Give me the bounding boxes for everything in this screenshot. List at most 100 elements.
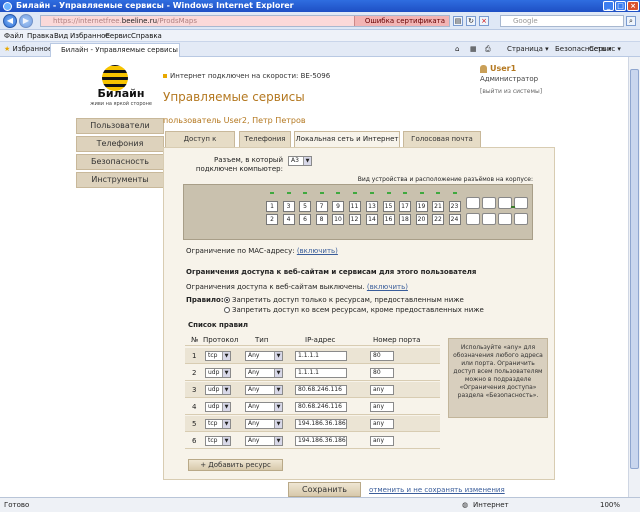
logout-link[interactable]: [выйти из системы] <box>480 88 542 95</box>
protocol-select[interactable]: tcp ▼ <box>205 436 231 446</box>
tools-menu[interactable]: Сервис ▾ <box>589 44 621 54</box>
zoom-level[interactable]: 100% <box>600 498 620 512</box>
port-input[interactable]: any <box>370 385 394 395</box>
menu-favorites[interactable]: Избранное <box>70 31 110 41</box>
type-select[interactable]: Any ▼ <box>245 436 283 446</box>
port-2[interactable]: 2 <box>266 214 278 225</box>
nav-security[interactable]: Безопасность <box>76 154 164 170</box>
add-resource-button[interactable]: + Добавить ресурс <box>188 459 283 471</box>
menu-edit[interactable]: Правка <box>27 31 54 41</box>
port-19[interactable]: 19 <box>415 201 428 212</box>
stop-icon[interactable]: × <box>479 16 489 26</box>
ip-input[interactable]: 194.186.36.186 <box>295 419 347 429</box>
protocol-select[interactable]: udp ▼ <box>205 402 231 412</box>
port-4[interactable]: 4 <box>282 214 295 225</box>
port-7[interactable]: 7 <box>315 201 328 212</box>
vertical-scrollbar[interactable] <box>628 57 640 497</box>
port-input[interactable]: any <box>370 436 394 446</box>
port-23[interactable]: 23 <box>448 201 461 212</box>
port-8[interactable]: 8 <box>315 214 328 225</box>
port-24[interactable]: 24 <box>448 214 461 225</box>
page-menu[interactable]: Страница ▾ <box>507 44 549 54</box>
port-16[interactable]: 16 <box>382 214 395 225</box>
back-button[interactable]: ◀ <box>3 14 17 28</box>
port-11[interactable]: 11 <box>348 201 361 212</box>
protocol-select[interactable]: tcp ▼ <box>205 351 231 361</box>
port-select[interactable]: A3 ▼ <box>288 156 312 166</box>
port-20[interactable]: 20 <box>415 214 428 225</box>
search-input[interactable]: Google <box>500 15 624 27</box>
device-caption: Вид устройства и расположение разъёмов н… <box>357 176 533 183</box>
port-6[interactable]: 6 <box>299 214 311 225</box>
access-enable-link[interactable]: (включить) <box>367 283 408 291</box>
compat-icon[interactable]: ▤ <box>453 16 463 26</box>
menu-tools[interactable]: Сервис <box>105 31 131 41</box>
chevron-down-icon: ▼ <box>303 157 311 165</box>
port-input[interactable]: any <box>370 402 394 412</box>
port-15[interactable]: 15 <box>382 201 395 212</box>
type-select[interactable]: Any ▼ <box>245 385 283 395</box>
rule-number: 2 <box>192 369 197 377</box>
type-select[interactable]: Any ▼ <box>245 368 283 378</box>
address-bar[interactable]: https://internetfree.beeline.ru/ProdsMap… <box>40 15 450 27</box>
scrollbar-thumb[interactable] <box>630 69 639 469</box>
port-17[interactable]: 17 <box>399 201 411 212</box>
ip-input[interactable]: 80.68.246.116 <box>295 385 347 395</box>
protocol-select[interactable]: udp ▼ <box>205 368 231 378</box>
port-input[interactable]: 80 <box>370 368 394 378</box>
port-1[interactable]: 1 <box>266 201 278 212</box>
tab-telephony[interactable]: Телефония <box>239 131 291 148</box>
sfp-slot <box>482 197 496 209</box>
menu-file[interactable]: Файл <box>4 31 23 41</box>
beeline-logo[interactable]: Билайн живи на яркой стороне <box>86 65 156 110</box>
rule-radio-deny-listed[interactable] <box>224 297 230 303</box>
port-14[interactable]: 14 <box>366 214 378 225</box>
port-13[interactable]: 13 <box>366 201 378 212</box>
ip-input[interactable]: 1.1.1.1 <box>295 351 347 361</box>
type-select[interactable]: Any ▼ <box>245 351 283 361</box>
tab-account-access[interactable]: Доступ к аккаунту <box>165 131 235 158</box>
save-button[interactable]: Сохранить <box>288 482 361 497</box>
ip-input[interactable]: 80.68.246.116 <box>295 402 347 412</box>
browser-tab[interactable]: Билайн - Управляемые сервисы <box>50 43 180 57</box>
favorites-button[interactable]: ★ Избранное <box>4 44 52 54</box>
print-icon[interactable]: ⎙ <box>485 44 491 54</box>
minimize-button[interactable]: _ <box>603 1 614 11</box>
protocol-select[interactable]: udp ▼ <box>205 385 231 395</box>
cancel-link[interactable]: отменить и не сохранять изменения <box>369 486 505 495</box>
rule-option-2[interactable]: Запретить доступ ко всем ресурсам, кроме… <box>232 306 484 315</box>
close-button[interactable]: × <box>627 1 639 11</box>
type-select[interactable]: Any ▼ <box>245 402 283 412</box>
maximize-button[interactable]: □ <box>615 1 626 11</box>
rule-option-1[interactable]: Запретить доступ только к ресурсам, пред… <box>232 296 464 305</box>
type-select[interactable]: Any ▼ <box>245 419 283 429</box>
ip-input[interactable]: 194.186.36.186 <box>295 436 347 446</box>
menu-help[interactable]: Справка <box>131 31 162 41</box>
port-21[interactable]: 21 <box>432 201 444 212</box>
certificate-error-badge[interactable]: Ошибка сертификата <box>353 16 449 26</box>
search-icon[interactable]: ⌕ <box>626 16 636 26</box>
nav-tools[interactable]: Инструменты <box>76 172 164 188</box>
home-icon[interactable]: ⌂ <box>455 44 459 54</box>
port-18[interactable]: 18 <box>399 214 411 225</box>
menu-view[interactable]: Вид <box>54 31 68 41</box>
port-10[interactable]: 10 <box>332 214 344 225</box>
port-3[interactable]: 3 <box>282 201 295 212</box>
nav-telephony[interactable]: Телефония <box>76 136 164 152</box>
port-5[interactable]: 5 <box>299 201 311 212</box>
port-input[interactable]: 80 <box>370 351 394 361</box>
nav-users[interactable]: Пользователи <box>76 118 164 134</box>
mac-enable-link[interactable]: (включить) <box>297 247 338 255</box>
chevron-down-icon: ▼ <box>274 403 282 411</box>
feeds-icon[interactable]: ▦ <box>470 44 477 54</box>
rule-radio-deny-all-except[interactable] <box>224 307 230 313</box>
ip-input[interactable]: 1.1.1.1 <box>295 368 347 378</box>
port-12[interactable]: 12 <box>348 214 361 225</box>
port-9[interactable]: 9 <box>332 201 344 212</box>
forward-button[interactable]: ▶ <box>19 14 33 28</box>
port-22[interactable]: 22 <box>432 214 444 225</box>
port-input[interactable]: any <box>370 419 394 429</box>
tab-voicemail[interactable]: Голосовая почта <box>403 131 481 148</box>
protocol-select[interactable]: tcp ▼ <box>205 419 231 429</box>
refresh-icon[interactable]: ↻ <box>466 16 476 26</box>
